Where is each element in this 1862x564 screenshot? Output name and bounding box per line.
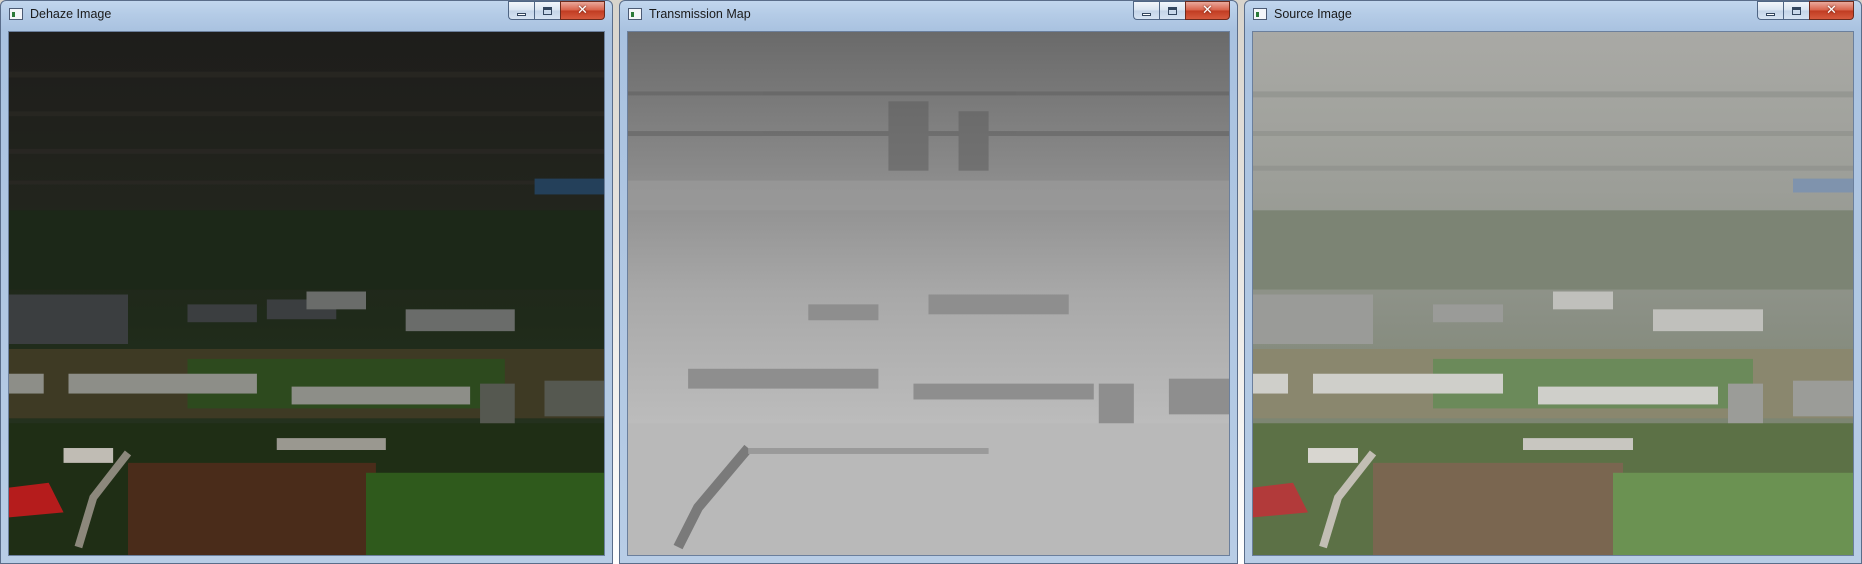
title-bar[interactable]: Dehaze Image ✕ xyxy=(1,1,612,31)
window-title: Dehaze Image xyxy=(30,7,112,21)
window-transmission-map: Transmission Map ✕ xyxy=(619,0,1238,564)
image-canvas[interactable] xyxy=(8,31,605,556)
maximize-button[interactable] xyxy=(534,1,560,20)
minimize-button[interactable] xyxy=(1133,1,1159,20)
title-bar[interactable]: Transmission Map ✕ xyxy=(620,1,1237,31)
dehazed-image xyxy=(9,32,604,555)
maximize-button[interactable] xyxy=(1783,1,1809,20)
minimize-icon xyxy=(1766,13,1775,16)
window-dehaze-image: Dehaze Image ✕ xyxy=(0,0,613,564)
close-button[interactable]: ✕ xyxy=(560,1,605,20)
maximize-icon xyxy=(543,7,552,15)
close-icon: ✕ xyxy=(1202,3,1213,18)
window-title: Source Image xyxy=(1274,7,1352,21)
source-hazy-image xyxy=(1253,32,1853,555)
close-button[interactable]: ✕ xyxy=(1809,1,1854,20)
minimize-icon xyxy=(517,13,526,16)
image-canvas[interactable] xyxy=(627,31,1230,556)
maximize-icon xyxy=(1168,7,1177,15)
window-app-icon[interactable] xyxy=(1253,8,1267,20)
image-canvas[interactable] xyxy=(1252,31,1854,556)
window-app-icon[interactable] xyxy=(628,8,642,20)
minimize-icon xyxy=(1142,13,1151,16)
maximize-button[interactable] xyxy=(1159,1,1185,20)
close-button[interactable]: ✕ xyxy=(1185,1,1230,20)
maximize-icon xyxy=(1792,7,1801,15)
title-bar[interactable]: Source Image ✕ xyxy=(1245,1,1861,31)
close-icon: ✕ xyxy=(1826,3,1837,18)
window-title: Transmission Map xyxy=(649,7,751,21)
window-app-icon[interactable] xyxy=(9,8,23,20)
window-source-image: Source Image ✕ xyxy=(1244,0,1862,564)
minimize-button[interactable] xyxy=(1757,1,1783,20)
close-icon: ✕ xyxy=(577,3,588,18)
minimize-button[interactable] xyxy=(508,1,534,20)
transmission-map-image xyxy=(628,32,1229,555)
